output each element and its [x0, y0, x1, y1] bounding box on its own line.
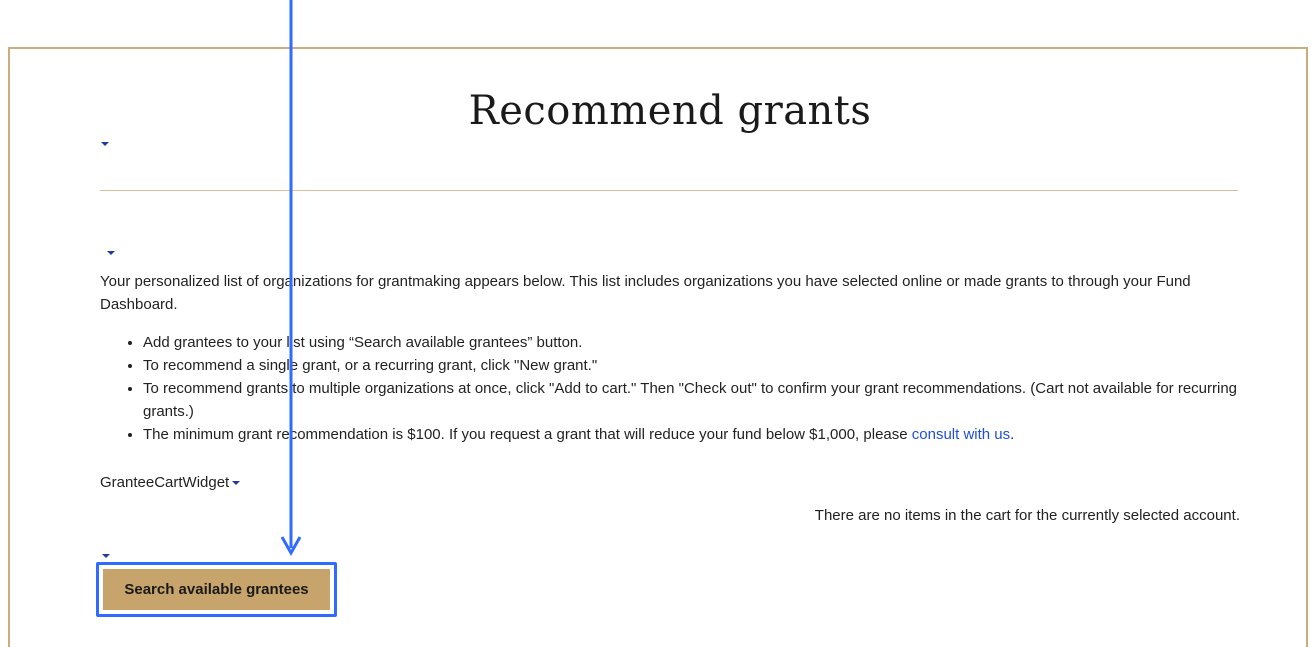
widget-label: GranteeCartWidget — [100, 474, 230, 491]
caret-down-icon[interactable] — [102, 554, 110, 558]
instructions-list: Add grantees to your list using “Search … — [100, 331, 1240, 446]
list-item-suffix: . — [1010, 426, 1015, 443]
search-grantees-button[interactable]: Search available grantees — [103, 569, 330, 610]
grantee-cart-widget-toggle[interactable]: GranteeCartWidget — [100, 474, 241, 491]
consult-link[interactable]: consult with us — [912, 426, 1010, 443]
intro-text: Your personalized list of organizations … — [100, 273, 1191, 313]
divider — [100, 190, 1238, 191]
list-item-text: Add grantees to your list using “Search … — [143, 334, 583, 351]
caret-down-icon — [232, 481, 241, 486]
page-title: Recommend grants — [468, 88, 872, 134]
caret-down-icon[interactable] — [107, 251, 115, 255]
search-grantees-highlight: Search available grantees — [96, 562, 337, 617]
cart-empty-message: There are no items in the cart for the c… — [814, 507, 1240, 524]
list-item-text: To recommend grants to multiple organiza… — [143, 380, 1238, 420]
list-item: To recommend a single grant, or a recurr… — [143, 354, 1240, 377]
caret-down-icon[interactable] — [101, 142, 109, 146]
list-item-text: The minimum grant recommendation is $100… — [143, 426, 912, 443]
list-item: Add grantees to your list using “Search … — [143, 331, 1240, 354]
list-item: To recommend grants to multiple organiza… — [143, 377, 1240, 423]
list-item-text: To recommend a single grant, or a recurr… — [143, 357, 598, 374]
list-item: The minimum grant recommendation is $100… — [143, 423, 1240, 446]
